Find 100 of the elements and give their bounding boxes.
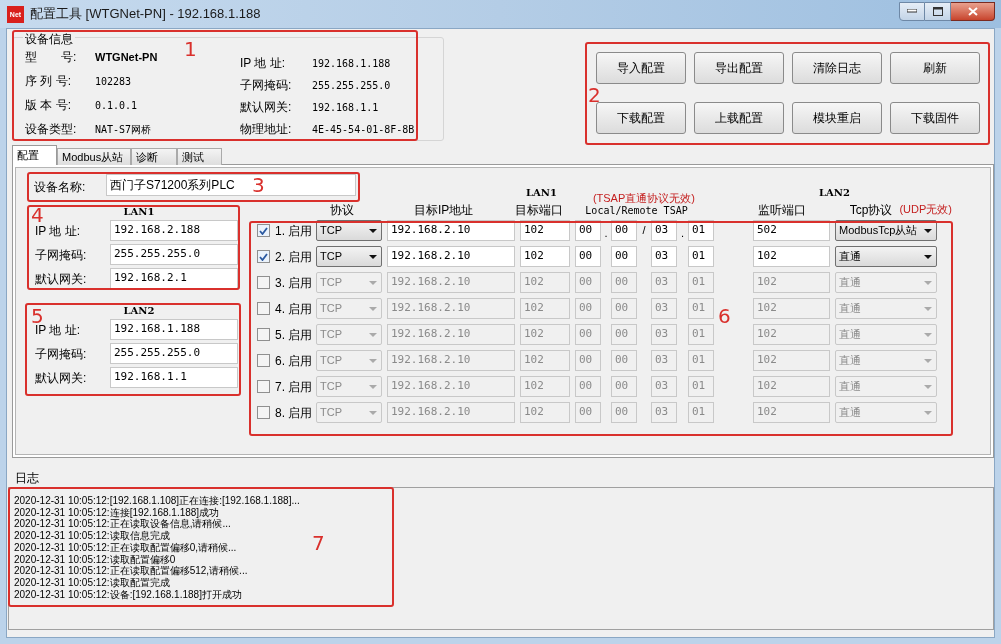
input-field[interactable]: 03 (651, 298, 677, 319)
toolbar-button[interactable]: 上载配置 (694, 101, 784, 134)
input-field[interactable]: 00 (575, 376, 601, 397)
input-field[interactable]: 102 (520, 220, 570, 241)
input-field[interactable]: 03 (651, 376, 677, 397)
input-field[interactable]: 192.168.2.10 (387, 220, 515, 241)
input-field[interactable]: 192.168.2.10 (387, 402, 515, 423)
protocol-dropdown[interactable]: TCP (316, 246, 382, 267)
input-field[interactable]: 00 (575, 350, 601, 371)
input-field[interactable]: 00 (575, 298, 601, 319)
input-field[interactable]: 01 (688, 298, 714, 319)
input-field[interactable]: 00 (575, 246, 601, 267)
checkbox[interactable] (257, 380, 270, 393)
checkbox[interactable] (257, 276, 270, 289)
input-field[interactable]: 01 (688, 324, 714, 345)
input-field[interactable]: 255.255.255.0 (110, 343, 238, 364)
input-field[interactable]: 102 (520, 246, 570, 267)
input-field[interactable]: 01 (688, 350, 714, 371)
protocol-dropdown[interactable]: TCP (316, 402, 382, 423)
input-field[interactable]: 00 (575, 324, 601, 345)
input-field[interactable]: 192.168.2.10 (387, 272, 515, 293)
input-field[interactable]: 192.168.2.1 (110, 268, 238, 289)
input-field[interactable]: 192.168.2.10 (387, 376, 515, 397)
toolbar-button[interactable]: 导出配置 (694, 52, 784, 84)
input-field[interactable]: 102 (753, 324, 830, 345)
input-field[interactable]: 255.255.255.0 (110, 244, 238, 265)
input-field[interactable]: 00 (611, 350, 637, 371)
input-field[interactable]: 192.168.1.1 (110, 367, 238, 388)
protocol-dropdown[interactable]: TCP (316, 350, 382, 371)
input-field[interactable]: 03 (651, 402, 677, 423)
tcp-protocol-dropdown[interactable]: 直通 (835, 246, 937, 267)
checkbox[interactable] (257, 354, 270, 367)
input-field[interactable]: 102 (753, 376, 830, 397)
tcp-protocol-dropdown[interactable]: 直通 (835, 376, 937, 397)
input-field[interactable]: 192.168.2.10 (387, 324, 515, 345)
input-field[interactable]: 01 (688, 220, 714, 241)
input-field[interactable]: 00 (611, 298, 637, 319)
input-field[interactable]: 192.168.2.10 (387, 298, 515, 319)
input-field[interactable]: 102 (753, 298, 830, 319)
checkbox[interactable] (257, 302, 270, 315)
toolbar-button[interactable]: 模块重启 (792, 101, 882, 134)
input-field[interactable]: 03 (651, 272, 677, 293)
tcp-protocol-dropdown[interactable]: ModbusTcp从站 (835, 220, 937, 241)
input-field[interactable]: 102 (520, 350, 570, 371)
input-field[interactable]: 102 (520, 402, 570, 423)
toolbar-button[interactable]: 下载固件 (890, 101, 980, 134)
maximize-button[interactable] (925, 1, 951, 21)
checkbox[interactable] (257, 224, 270, 237)
input-field[interactable]: 00 (575, 402, 601, 423)
input-field[interactable]: 01 (688, 246, 714, 267)
toolbar-button[interactable]: 清除日志 (792, 52, 882, 84)
checkbox[interactable] (257, 250, 270, 263)
tcp-protocol-dropdown[interactable]: 直通 (835, 272, 937, 293)
input-field[interactable]: 00 (611, 246, 637, 267)
tcp-protocol-dropdown[interactable]: 直通 (835, 324, 937, 345)
input-field[interactable]: 192.168.2.10 (387, 246, 515, 267)
input-field[interactable]: 502 (753, 220, 830, 241)
input-field[interactable]: 102 (520, 272, 570, 293)
input-field[interactable]: 102 (753, 350, 830, 371)
input-field[interactable]: 01 (688, 376, 714, 397)
input-field[interactable]: 102 (753, 402, 830, 423)
tab[interactable]: Modbus从站 (57, 148, 131, 165)
input-field[interactable]: 01 (688, 402, 714, 423)
protocol-dropdown[interactable]: TCP (316, 272, 382, 293)
input-field[interactable]: 102 (520, 324, 570, 345)
input-field[interactable]: 00 (611, 376, 637, 397)
input-field[interactable]: 03 (651, 220, 677, 241)
input-field[interactable]: 102 (753, 246, 830, 267)
tab[interactable]: 诊断 (131, 148, 177, 165)
input-field[interactable]: 00 (575, 220, 601, 241)
toolbar-button[interactable]: 导入配置 (596, 52, 686, 84)
tab[interactable]: 测试 (177, 148, 222, 165)
protocol-dropdown[interactable]: TCP (316, 324, 382, 345)
input-field[interactable]: 00 (611, 220, 637, 241)
input-field[interactable]: 192.168.2.188 (110, 220, 238, 241)
input-field[interactable]: 03 (651, 324, 677, 345)
tcp-protocol-dropdown[interactable]: 直通 (835, 298, 937, 319)
toolbar-button[interactable]: 下载配置 (596, 101, 686, 134)
protocol-dropdown[interactable]: TCP (316, 298, 382, 319)
protocol-dropdown[interactable]: TCP (316, 376, 382, 397)
tcp-protocol-dropdown[interactable]: 直通 (835, 402, 937, 423)
tab[interactable]: 配置 (12, 145, 57, 165)
input-field[interactable]: 102 (520, 298, 570, 319)
checkbox[interactable] (257, 328, 270, 341)
input-field[interactable]: 192.168.1.188 (110, 319, 238, 340)
input-field[interactable]: 102 (753, 272, 830, 293)
tcp-protocol-dropdown[interactable]: 直通 (835, 350, 937, 371)
input-field[interactable]: 03 (651, 350, 677, 371)
input-field[interactable]: 00 (611, 272, 637, 293)
input-field[interactable]: 102 (520, 376, 570, 397)
input-field[interactable]: 192.168.2.10 (387, 350, 515, 371)
close-button[interactable] (951, 1, 995, 21)
protocol-dropdown[interactable]: TCP (316, 220, 382, 241)
checkbox[interactable] (257, 406, 270, 419)
toolbar-button[interactable]: 刷新 (890, 52, 980, 84)
input-field[interactable]: 00 (611, 402, 637, 423)
input-field[interactable]: 01 (688, 272, 714, 293)
input-field[interactable]: 00 (575, 272, 601, 293)
input-field[interactable]: 03 (651, 246, 677, 267)
input-field[interactable]: 00 (611, 324, 637, 345)
